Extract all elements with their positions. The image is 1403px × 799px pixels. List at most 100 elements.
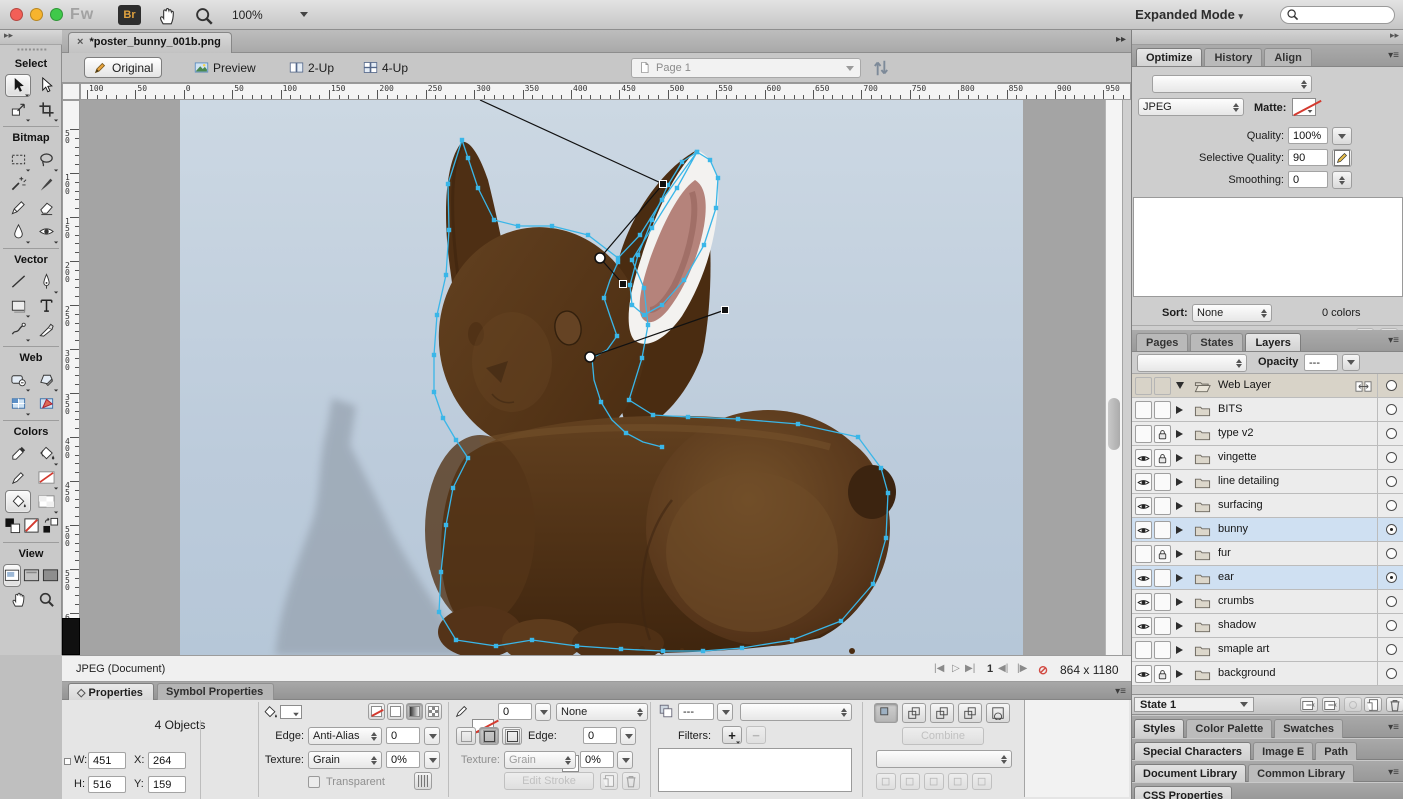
save-stroke-button[interactable] [600, 772, 618, 790]
anchor-point[interactable] [437, 610, 441, 614]
anchor-point[interactable] [650, 226, 654, 230]
tabbar-menu-icon[interactable]: ▸▸ [1116, 34, 1126, 45]
prop-dropdown[interactable] [876, 750, 1012, 768]
layer-active-radio[interactable] [1386, 452, 1397, 463]
path-op-button-2[interactable] [930, 703, 954, 723]
tool-pencil[interactable] [5, 196, 31, 219]
layer-active-radio[interactable] [1386, 596, 1397, 607]
stroke-align-button-2[interactable] [502, 727, 522, 745]
layer-expand-triangle[interactable] [1176, 502, 1183, 510]
layer-expand-triangle[interactable] [1176, 646, 1183, 654]
layer-name[interactable]: line detailing [1218, 475, 1279, 487]
anchor-point[interactable] [716, 176, 720, 180]
tool-stamp[interactable] [33, 220, 59, 243]
layer-row-shadow[interactable]: shadow [1132, 614, 1403, 638]
layer-name[interactable]: crumbs [1218, 595, 1254, 607]
preview-button-original[interactable]: Original [84, 57, 162, 78]
vertical-scrollbar-thumb[interactable] [1108, 398, 1120, 450]
state-select-dropdown[interactable]: State 1 [1134, 697, 1254, 712]
layer-row-line-detailing[interactable]: line detailing [1132, 470, 1403, 494]
tab-pages[interactable]: Pages [1136, 333, 1188, 351]
fill-none-button[interactable] [368, 703, 385, 720]
anchor-point[interactable] [446, 182, 450, 186]
anchor-point[interactable] [432, 353, 436, 357]
layer-lock-toggle[interactable] [1154, 425, 1171, 443]
layer-row-surfacing[interactable]: surfacing [1132, 494, 1403, 518]
workspace-mode-selector[interactable]: Expanded Mode ▾ [1135, 7, 1243, 22]
layer-expand-triangle[interactable] [1176, 406, 1183, 414]
path-op-button-0[interactable] [874, 703, 898, 723]
vertical-ruler[interactable]: 50100150200250300350400450500550600 [62, 100, 80, 655]
selective-quality-field[interactable]: 90 [1288, 149, 1328, 166]
format-dropdown[interactable]: JPEG [1138, 98, 1244, 116]
anchor-point[interactable] [740, 646, 744, 650]
tool-crop[interactable] [33, 98, 59, 121]
curve-point[interactable] [585, 352, 595, 362]
play-states-button[interactable]: ▷ [952, 663, 960, 674]
anchor-point[interactable] [680, 160, 684, 164]
bunny-illustration[interactable] [180, 100, 1023, 655]
anchor-point[interactable] [856, 435, 860, 439]
stroke-align-button-1[interactable] [479, 727, 499, 745]
layer-name[interactable]: smaple art [1218, 643, 1269, 655]
tool-wand[interactable] [5, 172, 31, 195]
zoom-level-value[interactable]: 100% [232, 8, 263, 22]
anchor-point[interactable] [660, 303, 664, 307]
anchor-point[interactable] [638, 233, 642, 237]
layer-active-radio[interactable] [1386, 668, 1397, 679]
anchor-point[interactable] [616, 256, 620, 260]
horizontal-ruler[interactable]: 1005005010015020025030035040045050055060… [80, 83, 1131, 100]
opacity-field[interactable]: --- [1304, 354, 1338, 371]
anchor-point[interactable] [516, 224, 520, 228]
prop-field[interactable]: 451 [88, 752, 126, 769]
page-export-arrows-icon[interactable] [871, 58, 891, 78]
anchor-point[interactable] [736, 417, 740, 421]
layer-row-ear[interactable]: ear [1132, 566, 1403, 590]
close-window-button[interactable] [10, 8, 23, 21]
tool-lasso[interactable] [33, 148, 59, 171]
prop-field[interactable]: 0 [498, 703, 532, 720]
anchor-point[interactable] [630, 258, 634, 262]
preview-button-preview[interactable]: Preview [186, 57, 264, 78]
prop-field[interactable]: 0% [580, 751, 614, 768]
tab-history[interactable]: History [1204, 48, 1262, 66]
hand-tool-icon[interactable] [157, 6, 177, 25]
path-edit-button-3[interactable] [948, 773, 968, 790]
fill-color-swatch[interactable] [280, 705, 302, 719]
tool-marquee[interactable] [5, 148, 31, 171]
layer-name[interactable]: fur [1218, 547, 1231, 559]
layer-visibility-toggle[interactable] [1135, 641, 1152, 659]
tab-image-e[interactable]: Image E [1253, 742, 1313, 761]
tab-align[interactable]: Align [1264, 48, 1312, 66]
tab-symbol-properties[interactable]: Symbol Properties [157, 683, 274, 700]
bridge-icon[interactable]: Br [118, 5, 141, 25]
layer-active-radio[interactable] [1386, 572, 1397, 583]
layer-active-radio[interactable] [1386, 380, 1397, 391]
prop-field[interactable]: 516 [88, 776, 126, 793]
layer-active-radio[interactable] [1386, 404, 1397, 415]
tool-eraser[interactable] [33, 196, 59, 219]
layer-row-fur[interactable]: fur [1132, 542, 1403, 566]
layer-lock-toggle[interactable] [1154, 641, 1171, 659]
anchor-point[interactable] [628, 283, 632, 287]
control-handle[interactable] [620, 281, 627, 288]
layer-row-vingette[interactable]: vingette [1132, 446, 1403, 470]
anchor-point[interactable] [619, 647, 623, 651]
preview-button-2-up[interactable]: 2-Up [281, 57, 342, 78]
layer-lock-toggle[interactable] [1154, 473, 1171, 491]
tool-hand[interactable] [5, 588, 31, 611]
anchor-point[interactable] [714, 206, 718, 210]
layer-name[interactable]: vingette [1218, 451, 1257, 463]
layer-row-crumbs[interactable]: crumbs [1132, 590, 1403, 614]
tab-special-characters[interactable]: Special Characters [1134, 742, 1251, 761]
anchor-point[interactable] [879, 466, 883, 470]
anchor-point[interactable] [886, 491, 890, 495]
copy-to-states-button[interactable] [1300, 697, 1318, 712]
layer-visibility-toggle[interactable] [1135, 449, 1152, 467]
layer-lock-toggle[interactable] [1154, 593, 1171, 611]
layer-visibility-toggle[interactable] [1135, 401, 1152, 419]
layer-expand-triangle[interactable] [1176, 478, 1183, 486]
smoothing-button[interactable] [1332, 171, 1352, 189]
anchor-point[interactable] [599, 400, 603, 404]
toolbox-collapse-strip[interactable]: ▸▸ [0, 30, 62, 45]
